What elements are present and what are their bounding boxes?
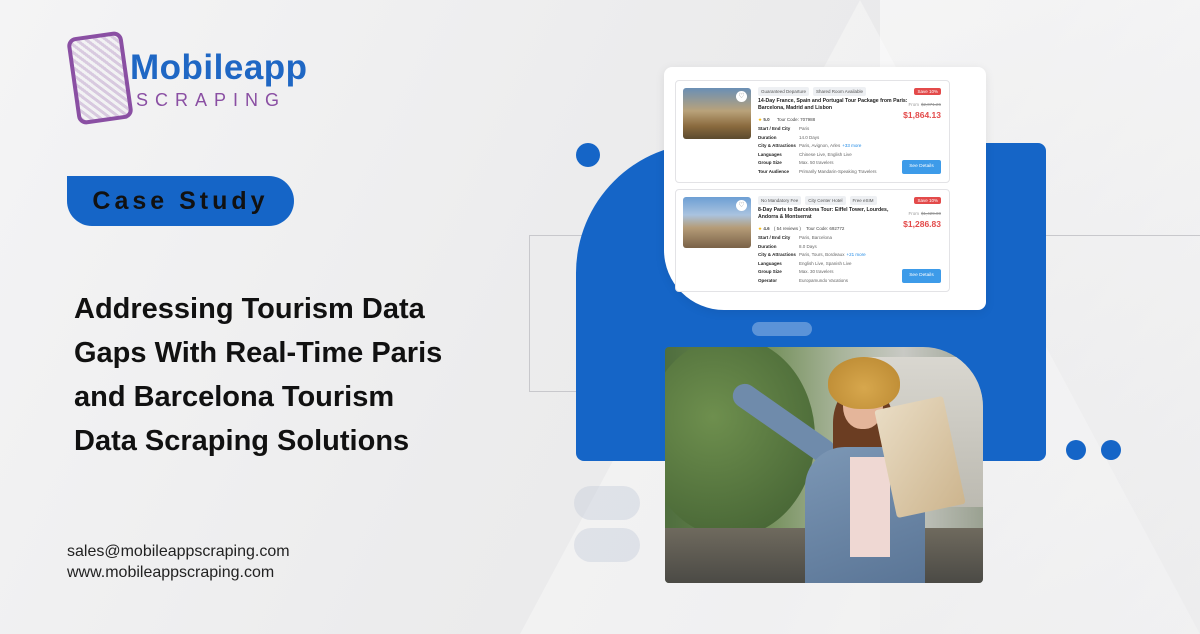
contact-website: www.mobileappscraping.com [67,564,275,581]
divider-line [529,235,530,391]
divider-line [529,391,579,392]
tour-tag: Guaranteed Departure [758,87,810,96]
tourist-photo [665,347,983,583]
sale-badge: Save 10% [914,197,941,204]
tour-price: $1,864.13 [903,110,941,120]
sale-badge: Save 10% [914,88,941,95]
old-price: $2,071.26 [920,102,941,107]
case-study-badge: Case Study [67,176,294,226]
decorative-dot [1066,440,1086,460]
detail-row: Tour Audience Primarily Mandarin-Speaking… [758,168,877,174]
tour-rating: ★ 4.6 ( 54 reviews ) Tour Code: 692772 [758,226,845,231]
decorative-shape [752,322,812,336]
decorative-shape [574,486,640,520]
tour-tags: No Mandatory Fee City Center Hotel Free … [758,196,877,205]
detail-row: Group Size Max. 30 travelers [758,269,834,274]
tour-price: $1,286.83 [903,219,941,229]
detail-row: Group Size Max. 50 travelers [758,160,834,165]
detail-row: Duration 14.0 Days [758,134,820,140]
logo: Mobileapp SCRAPING [66,30,332,126]
logo-wordmark: Mobileapp [130,48,308,87]
logo-subtitle: SCRAPING [136,90,287,110]
headline: Addressing Tourism Data Gaps With Real-T… [74,287,534,463]
detail-row: City & Attractions Paris, Tours, Bordeaux… [758,251,908,260]
review-count[interactable]: ( 54 reviews ) [774,226,801,231]
decorative-dot [1101,440,1121,460]
tour-card[interactable]: ♡ No Mandatory Fee City Center Hotel Fre… [675,189,950,292]
detail-row: Start / End City Paris [758,126,810,131]
star-icon: ★ [758,226,763,231]
headline-line: Addressing Tourism Data [74,293,425,325]
from-price: From $1,429.00 [908,211,941,216]
headline-line: and Barcelona Tourism [74,381,395,413]
tour-tag: Free eSIM [849,196,877,205]
tour-tag: No Mandatory Fee [758,196,802,205]
detail-row: Operator Europamundo Vacations [758,277,848,283]
tour-rating: ★ 5.0 Tour Code: 707988 [758,117,816,122]
tour-results-panel: ♡ Guaranteed Departure Shared Room Avail… [664,67,986,310]
headline-line: Data Scraping Solutions [74,425,410,457]
contact-email: sales@mobileappscraping.com [67,543,290,560]
detail-row: City & Attractions Paris, Avignon, Arles +… [758,142,908,151]
phone-icon [66,30,134,126]
more-link[interactable]: +21 more [846,251,865,260]
heart-icon[interactable]: ♡ [736,91,747,102]
detail-row: Languages Chinese Live, English Live [758,151,852,157]
tour-tag: Shared Room Available [813,87,866,96]
detail-row: Duration 8.0 Days [758,243,817,249]
see-details-button[interactable]: See Details [902,160,941,174]
tour-card[interactable]: ♡ Guaranteed Departure Shared Room Avail… [675,80,950,183]
detail-row: Start / End City Paris, Barcelona [758,235,833,240]
old-price: $1,429.00 [920,211,941,216]
case-study-label: Case Study [92,186,269,215]
contact-info: sales@mobileappscraping.com www.mobileap… [67,541,290,583]
tour-tag: City Center Hotel [805,196,846,205]
tour-details: Start / End City Paris, Barcelona Duratio… [758,234,908,285]
see-details-button[interactable]: See Details [902,269,941,283]
detail-row: Languages English Live, Spanish Live [758,260,852,266]
heart-icon[interactable]: ♡ [736,200,747,211]
star-icon: ★ [758,117,763,122]
decorative-dot [576,143,600,167]
tour-image[interactable]: ♡ [683,88,751,139]
more-link[interactable]: +33 more [842,142,861,151]
tour-image[interactable]: ♡ [683,197,751,248]
tour-title[interactable]: 14-Day France, Spain and Portugal Tour P… [758,98,908,112]
tour-details: Start / End City Paris Duration 14.0 Days … [758,125,908,176]
from-price: From $2,071.26 [908,102,941,107]
tour-title[interactable]: 8-Day Paris to Barcelona Tour: Eiffel To… [758,207,908,221]
decorative-shape [574,528,640,562]
headline-line: Gaps With Real-Time Paris [74,337,443,369]
tour-tags: Guaranteed Departure Shared Room Availab… [758,87,866,96]
